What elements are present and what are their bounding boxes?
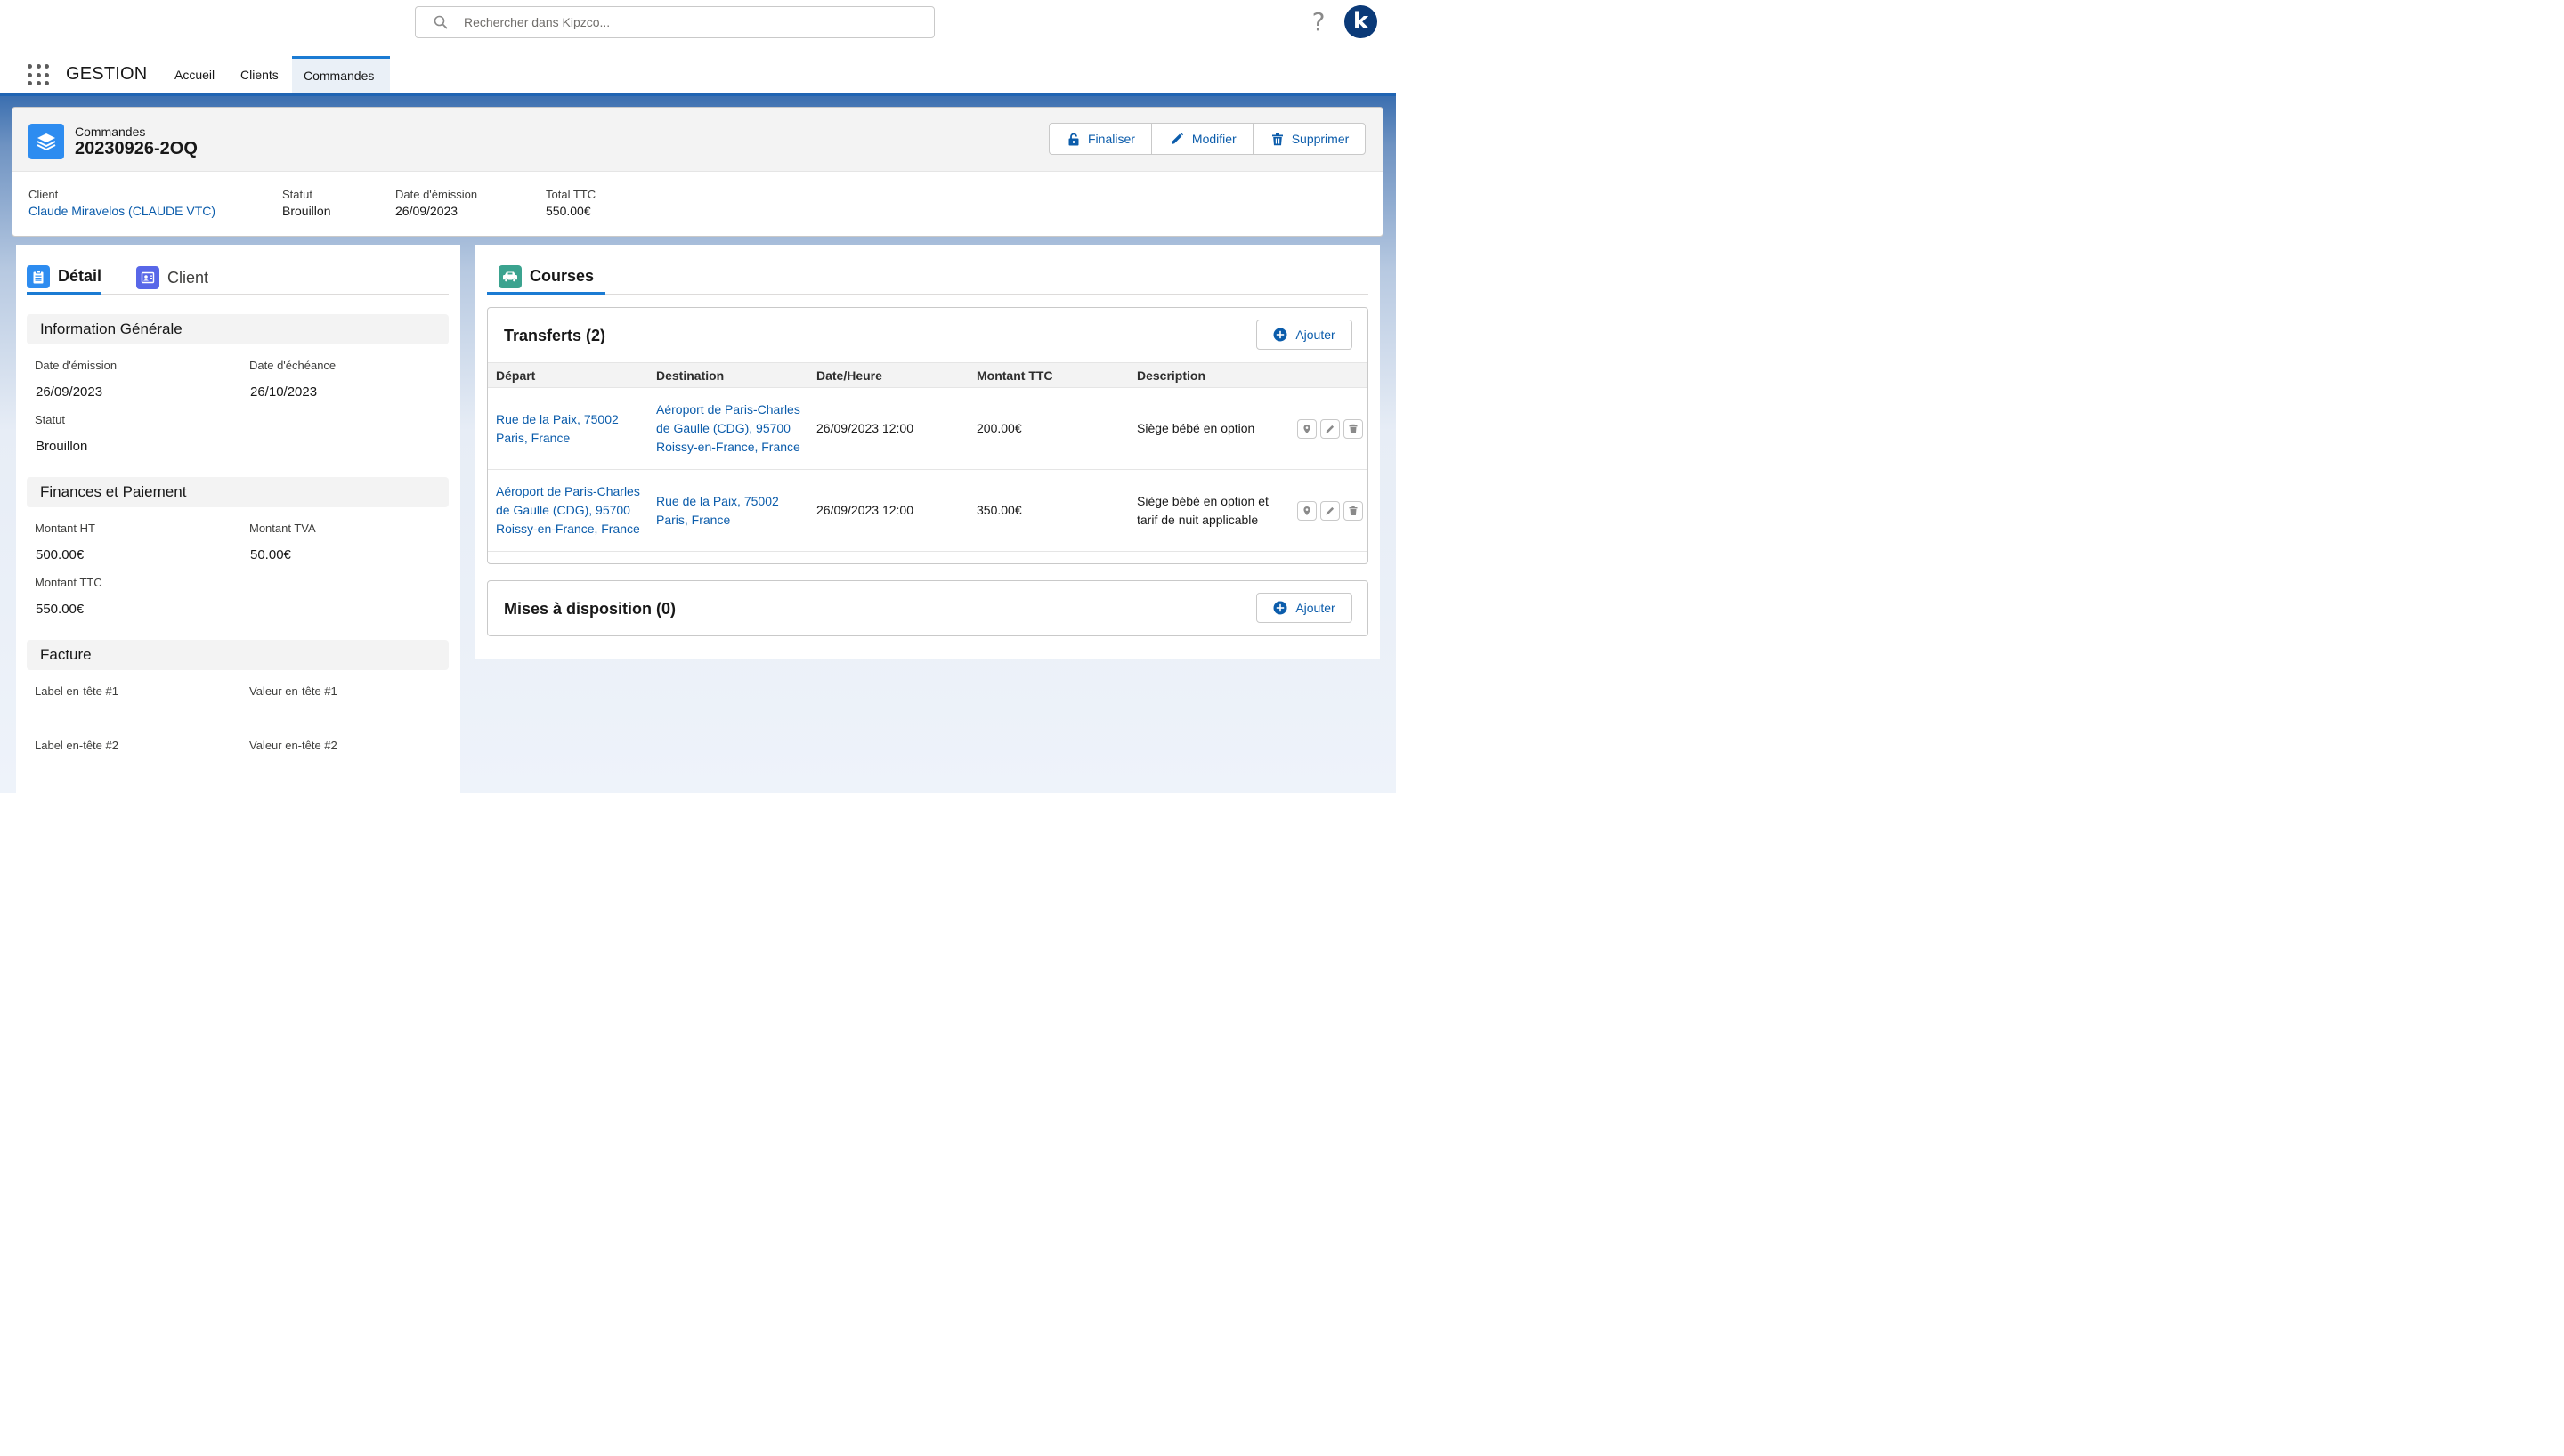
row-actions [1297,500,1367,521]
edit-button[interactable]: Modifier [1152,124,1254,154]
tab-courses[interactable]: Courses [487,263,606,295]
section-general-header[interactable]: Information Générale [27,314,449,344]
delete-row-icon[interactable] [1343,500,1363,521]
courses-panel: Courses Transferts (2) Ajouter Départ De… [475,245,1380,659]
destination-link[interactable]: Aéroport de Paris-Charles de Gaulle (CDG… [648,387,808,470]
add-icon [1273,328,1287,342]
add-disposal-label: Ajouter [1295,601,1335,615]
edit-row-icon[interactable] [1320,418,1340,439]
amount-ttc-detail: Montant TTC 550.00€ [35,576,102,617]
disposals-card: Mises à disposition (0) Ajouter [487,580,1368,636]
page-title: 20230926-2OQ [75,139,198,158]
tab-detail-label: Détail [58,267,102,285]
table-header-row: Départ Destination Date/Heure Montant TT… [488,362,1367,388]
tab-detail[interactable]: Détail [27,263,102,295]
tab-client-label: Client [167,268,209,287]
global-search[interactable] [415,6,935,38]
courses-tabs: Courses [487,245,1368,295]
invoice-value-1: Valeur en-tête #1 [249,684,337,698]
global-header: ? k GESTION Accueil Clients Commandes [0,0,1396,93]
delete-row-icon[interactable] [1343,418,1363,439]
app-launcher-icon[interactable] [28,64,49,85]
app-name: GESTION [66,64,148,84]
description-cell: Siège bébé en option [1129,387,1289,470]
location-icon[interactable] [1297,418,1317,439]
datetime-cell: 26/09/2023 12:00 [808,469,969,552]
transfers-card: Transferts (2) Ajouter Départ Destinatio… [487,307,1368,564]
nav-tab-clients[interactable]: Clients [229,56,290,93]
destination-link[interactable]: Rue de la Paix, 75002 Paris, France [648,469,808,552]
finalize-label: Finaliser [1088,132,1135,146]
status-detail: Statut Brouillon [35,413,88,454]
invoice-label-2: Label en-tête #2 [35,739,118,752]
avatar[interactable]: k [1344,5,1377,38]
add-transfer-button[interactable]: Ajouter [1256,320,1352,350]
edit-row-icon[interactable] [1320,500,1340,521]
amount-tva-detail: Montant TVA 50.00€ [249,522,316,562]
column-header[interactable]: Date/Heure [808,362,969,388]
finalize-button[interactable]: Finaliser [1050,124,1152,154]
amount-ht-detail: Montant HT 500.00€ [35,522,95,562]
add-icon [1273,601,1287,615]
add-transfer-label: Ajouter [1295,328,1335,342]
nav-tab-commandes[interactable]: Commandes [292,56,390,93]
delete-button[interactable]: Supprimer [1254,124,1366,154]
transfers-table: Départ Destination Date/Heure Montant TT… [488,362,1367,552]
record-actions: Finaliser Modifier Supprimer [1049,123,1367,155]
search-input[interactable] [464,15,909,29]
contact-card-icon [136,266,159,289]
amount-cell: 200.00€ [969,387,1129,470]
help-icon[interactable]: ? [1307,7,1330,37]
car-icon [499,264,522,288]
clipboard-icon [27,264,50,288]
search-icon [434,15,448,29]
section-invoice-header[interactable]: Facture [27,640,449,670]
trash-icon [1271,133,1283,145]
issue-date-field: Date d'émission 26/09/2023 [395,188,478,218]
column-header[interactable]: Montant TTC [969,362,1129,388]
total-field: Total TTC 550.00€ [546,188,596,218]
disposals-title: Mises à disposition (0) [504,600,677,618]
table-row: Aéroport de Paris-Charles de Gaulle (CDG… [488,469,1367,552]
due-date-detail: Date d'échéance 26/10/2023 [249,359,337,400]
invoice-label-1: Label en-tête #1 [35,684,118,698]
edit-label: Modifier [1191,132,1237,146]
tab-courses-label: Courses [530,267,595,285]
table-row: Rue de la Paix, 75002 Paris, France Aéro… [488,387,1367,470]
section-finance-header[interactable]: Finances et Paiement [27,477,449,507]
record-header: Commandes 20230926-2OQ Finaliser Modifie… [12,107,1383,237]
delete-label: Supprimer [1291,132,1350,146]
pencil-icon [1171,133,1183,144]
lock-icon [1068,133,1079,145]
client-field: Client Claude Miravelos (CLAUDE VTC) [28,188,216,218]
depart-link[interactable]: Rue de la Paix, 75002 Paris, France [488,387,648,470]
issue-date-detail: Date d'émission 26/09/2023 [35,359,118,400]
row-actions [1297,418,1367,439]
datetime-cell: 26/09/2023 12:00 [808,387,969,470]
column-header[interactable]: Description [1129,362,1289,388]
column-header[interactable]: Destination [648,362,808,388]
detail-tabs: Détail Client [27,245,449,295]
depart-link[interactable]: Aéroport de Paris-Charles de Gaulle (CDG… [488,469,648,552]
nav-tab-accueil[interactable]: Accueil [163,56,226,93]
tab-client[interactable]: Client [136,263,208,295]
transfers-title: Transferts (2) [504,327,606,344]
add-disposal-button[interactable]: Ajouter [1256,593,1352,623]
status-field: Statut Brouillon [282,188,331,218]
record-type: Commandes [75,125,146,139]
detail-panel: Détail Client Information Générale Date … [16,245,460,793]
amount-cell: 350.00€ [969,469,1129,552]
location-icon[interactable] [1297,500,1317,521]
column-header[interactable]: Départ [488,362,648,388]
client-link[interactable]: Claude Miravelos (CLAUDE VTC) [28,204,215,218]
orders-icon [28,124,64,159]
invoice-value-2: Valeur en-tête #2 [249,739,337,752]
description-cell: Siège bébé en option et tarif de nuit ap… [1129,469,1289,552]
